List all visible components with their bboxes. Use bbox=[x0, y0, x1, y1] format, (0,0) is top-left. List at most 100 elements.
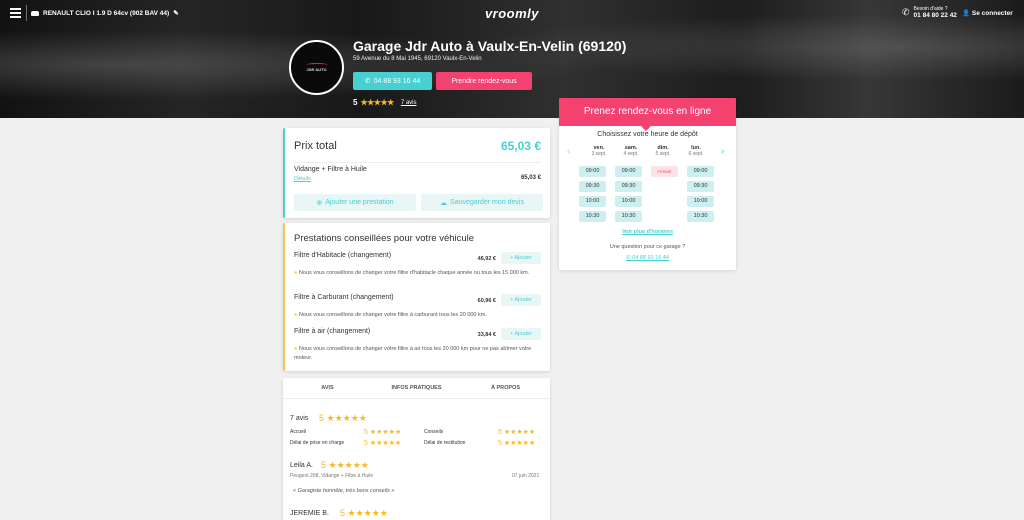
add-item-button[interactable]: + Ajouter bbox=[501, 328, 541, 340]
day-column: lun. 6 sept. bbox=[681, 145, 711, 157]
criteria-rating: 5 ★★★★★ bbox=[364, 428, 401, 436]
item-note: Nous vous conseillons de changer votre f… bbox=[294, 269, 542, 278]
phone-icon: ✆ bbox=[626, 255, 631, 261]
garage-logo: JDR AUTO bbox=[289, 40, 344, 95]
day-column: dim. 5 sept. bbox=[648, 145, 678, 157]
review-stars-icon: ★★★★★ bbox=[328, 460, 369, 470]
day-date: 6 sept. bbox=[688, 151, 704, 157]
help-contact[interactable]: ✆ Besoin d'aide ? 01 84 80 22 42 bbox=[902, 6, 957, 19]
time-slot[interactable]: 10:00 bbox=[687, 196, 714, 207]
criteria-label: Délai de restitution bbox=[424, 440, 466, 446]
recommended-title: Prestations conseillées pour votre véhic… bbox=[294, 233, 475, 244]
garage-rating: 5 ★★★★★ 7 avis bbox=[353, 98, 417, 107]
garage-address: 59 Avenue du 8 Mai 1945, 69120 Vaulx-En-… bbox=[353, 56, 482, 62]
time-slot[interactable]: 09:30 bbox=[579, 181, 606, 192]
day-column: sam. 4 sept. bbox=[616, 145, 646, 157]
tab-reviews[interactable]: AVIS bbox=[283, 378, 372, 398]
tab-about[interactable]: À PROPOS bbox=[461, 378, 550, 398]
item-name: Filtre d'Habitacle (changement) bbox=[294, 252, 392, 259]
question-label: Une question pour ce garage ? bbox=[609, 244, 686, 250]
time-slot[interactable]: 09:00 bbox=[579, 166, 606, 177]
criteria-label: Délai de prise en charge bbox=[290, 440, 345, 446]
login-label: Se connecter bbox=[971, 10, 1013, 17]
top-bar: RENAULT CLIO I 1.9 D 64cv (902 BAV 44) ✎… bbox=[0, 0, 1024, 26]
item-note: Nous vous conseillons de changer votre f… bbox=[294, 345, 542, 363]
service-price: 65,03 € bbox=[520, 175, 541, 181]
rating-value: 5 bbox=[353, 98, 358, 107]
add-service-label: Ajouter une prestation bbox=[325, 199, 394, 206]
save-quote-button[interactable]: ☁ Sauvegarder mon devis bbox=[421, 194, 543, 211]
time-slot[interactable]: 10:30 bbox=[615, 211, 642, 222]
day-date: 3 sept. bbox=[591, 151, 607, 157]
criteria-stars-icon: ★★★★★ bbox=[369, 440, 402, 447]
next-days-icon[interactable]: › bbox=[721, 146, 724, 157]
tab-practical-info[interactable]: INFOS PRATIQUES bbox=[372, 378, 461, 398]
site-logo[interactable]: vroomly bbox=[0, 6, 1024, 21]
criteria-rating: 5 ★★★★★ bbox=[364, 439, 401, 447]
appointment-button[interactable]: Prendre rendez-vous bbox=[436, 72, 532, 90]
time-slot[interactable]: 09:30 bbox=[615, 181, 642, 192]
price-card: Prix total 65,03 € Vidange + Filtre à Hu… bbox=[283, 128, 550, 218]
price-title: Prix total bbox=[294, 140, 337, 152]
time-slot[interactable]: 09:30 bbox=[687, 181, 714, 192]
item-note: Nous vous conseillons de changer votre f… bbox=[294, 311, 542, 320]
time-slot[interactable]: 10:30 bbox=[687, 211, 714, 222]
review-rating: 5 ★★★★★ bbox=[340, 508, 388, 519]
review-author: JEREMIE B. bbox=[290, 510, 329, 517]
details-link[interactable]: Détails bbox=[294, 176, 311, 182]
criteria-stars-icon: ★★★★★ bbox=[369, 429, 402, 436]
reviews-count: 7 avis bbox=[290, 415, 309, 422]
day-date: 5 sept. bbox=[655, 151, 671, 157]
review-author: Leila A. bbox=[290, 462, 313, 469]
booking-subtitle: Choisissez votre heure de dépôt bbox=[597, 131, 698, 138]
login-link[interactable]: 👤 Se connecter bbox=[962, 9, 1013, 17]
call-button[interactable]: ✆ 04 88 93 16 44 bbox=[353, 72, 432, 90]
garage-phone-link[interactable]: ✆ 04 88 93 16 44 bbox=[559, 255, 736, 261]
item-price: 60,96 € bbox=[477, 298, 496, 304]
item-price: 46,92 € bbox=[477, 256, 496, 262]
booking-title: Prenez rendez-vous en ligne bbox=[559, 98, 736, 131]
time-slot[interactable]: 10:00 bbox=[615, 196, 642, 207]
overall-rating: 5 ★★★★★ bbox=[319, 413, 367, 424]
time-slot[interactable]: 09:00 bbox=[687, 166, 714, 177]
criteria-stars-icon: ★★★★★ bbox=[503, 440, 536, 447]
criteria-score: 5 bbox=[364, 429, 368, 436]
phone-icon: ✆ bbox=[902, 7, 910, 17]
review-date: 07 juin 2021 bbox=[512, 473, 540, 479]
booking-widget: Prenez rendez-vous en ligne Choisissez v… bbox=[559, 98, 736, 270]
add-item-button[interactable]: + Ajouter bbox=[501, 252, 541, 264]
prev-days-icon[interactable]: ‹ bbox=[567, 146, 570, 157]
garage-phone-label: 04 88 93 16 44 bbox=[632, 255, 669, 261]
criteria-rating: 5 ★★★★★ bbox=[498, 428, 535, 436]
service-name: Vidange + Filtre à Huile bbox=[294, 166, 367, 173]
phone-icon: ✆ bbox=[364, 78, 371, 85]
criteria-score: 5 bbox=[364, 440, 368, 447]
criteria-rating: 5 ★★★★★ bbox=[498, 439, 535, 447]
tab-bar: AVIS INFOS PRATIQUES À PROPOS bbox=[283, 378, 550, 399]
add-item-button[interactable]: + Ajouter bbox=[501, 294, 541, 306]
review-vehicle: Peugeot 208, Vidange + Filtre à Huile bbox=[290, 473, 374, 479]
rating-stars-icon: ★★★★★ bbox=[360, 98, 394, 107]
divider bbox=[294, 162, 541, 163]
save-quote-label: Sauvegarder mon devis bbox=[450, 199, 524, 206]
criteria-score: 5 bbox=[498, 429, 502, 436]
add-service-button[interactable]: ⊕ Ajouter une prestation bbox=[294, 194, 416, 211]
item-price: 33,84 € bbox=[477, 332, 496, 338]
reviews-card: AVIS INFOS PRATIQUES À PROPOS 7 avis 5 ★… bbox=[283, 378, 550, 520]
plus-circle-icon: ⊕ bbox=[316, 199, 323, 207]
time-slot[interactable]: 10:30 bbox=[579, 211, 606, 222]
reviews-link[interactable]: 7 avis bbox=[401, 100, 417, 106]
help-number: 01 84 80 22 42 bbox=[913, 12, 957, 19]
criteria-label: Accueil bbox=[290, 429, 307, 435]
overall-stars-icon: ★★★★★ bbox=[326, 413, 367, 423]
recommended-card: Prestations conseillées pour votre véhic… bbox=[283, 223, 550, 371]
review-score: 5 bbox=[321, 460, 327, 470]
garage-title: Garage Jdr Auto à Vaulx-En-Velin (69120) bbox=[353, 38, 627, 54]
time-slot[interactable]: 10:00 bbox=[579, 196, 606, 207]
review-rating: 5 ★★★★★ bbox=[321, 460, 369, 471]
review-score: 5 bbox=[340, 508, 346, 518]
review-comment: « Garagiste honnête, très bons conseils … bbox=[293, 488, 395, 494]
more-hours-link[interactable]: Voir plus d'horaires bbox=[559, 229, 736, 235]
review-stars-icon: ★★★★★ bbox=[347, 508, 388, 518]
time-slot[interactable]: 09:00 bbox=[615, 166, 642, 177]
